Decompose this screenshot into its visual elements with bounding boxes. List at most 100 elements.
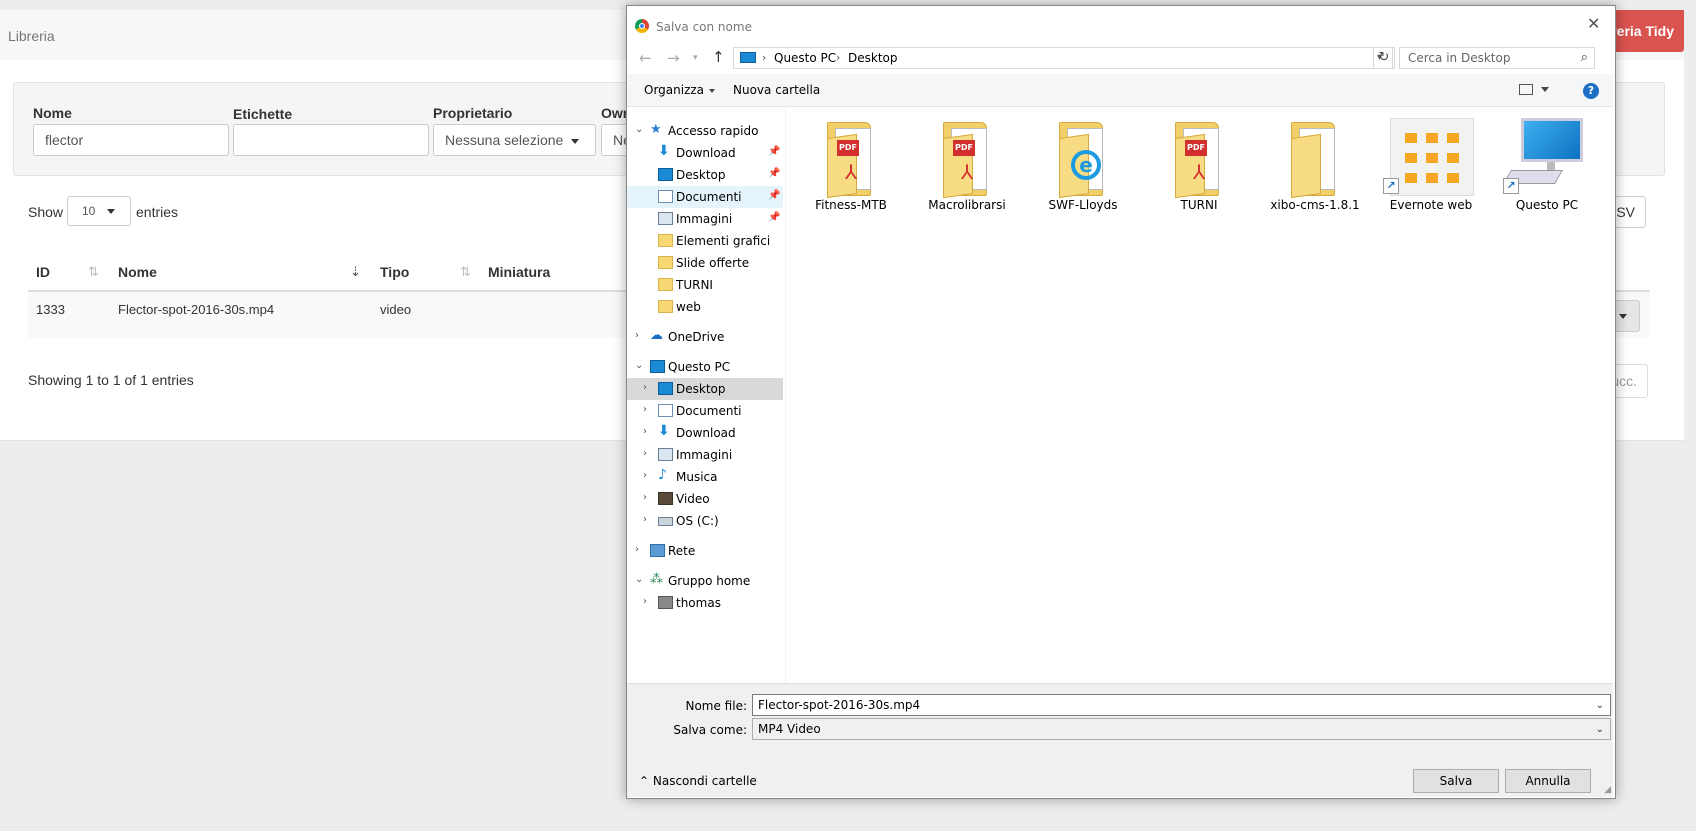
- tree-documents[interactable]: Documenti 📌: [627, 186, 783, 208]
- file-list: PDF ⅄ Fitness-MTB PDF ⅄ Macrolibrarsi e SW…: [789, 106, 1613, 683]
- tags-filter-input[interactable]: [233, 124, 429, 156]
- tree-label: Musica: [676, 470, 718, 484]
- forward-arrow-icon[interactable]: →: [667, 49, 680, 67]
- file-label: SWF-Lloyds: [1048, 198, 1118, 212]
- cancel-button[interactable]: Annulla: [1505, 769, 1591, 793]
- file-item-xibo-cms[interactable]: xibo-cms-1.8.1: [1263, 112, 1367, 216]
- tree-pc-video[interactable]: › Video: [627, 488, 783, 510]
- owner-filter-select[interactable]: Nessuna selezione: [433, 124, 596, 156]
- page-length-select[interactable]: 10: [67, 196, 131, 226]
- tree-label: Rete: [668, 544, 696, 558]
- file-item-this-pc[interactable]: ↗ Questo PC: [1495, 112, 1599, 216]
- tree-pc-music[interactable]: › ♪ Musica: [627, 466, 783, 488]
- owner-filter-label: Proprietario: [433, 105, 513, 121]
- col-type[interactable]: Tipo: [380, 264, 409, 280]
- col-name[interactable]: Nome: [118, 264, 157, 280]
- chevron-right-icon[interactable]: ›: [635, 330, 639, 341]
- tree-pictures[interactable]: Immagini 📌: [627, 208, 783, 230]
- save-button[interactable]: Salva: [1413, 769, 1499, 793]
- pin-icon[interactable]: 📌: [768, 190, 780, 201]
- file-label: Evernote web: [1389, 198, 1473, 212]
- music-icon: ♪: [658, 467, 667, 483]
- file-label: Questo PC: [1515, 198, 1579, 212]
- navigation-bar: ← → ▾ ↑ › Questo PC › Desktop ▾ ↻ Cerca …: [627, 42, 1613, 74]
- tree-label: OneDrive: [668, 330, 725, 344]
- pin-icon[interactable]: 📌: [768, 168, 780, 179]
- download-icon: ⬇: [658, 423, 670, 439]
- filename-input[interactable]: Flector-spot-2016-30s.mp4 ⌄: [752, 694, 1611, 716]
- up-arrow-icon[interactable]: ↑: [712, 48, 725, 66]
- tree-label: thomas: [676, 596, 721, 610]
- resize-grip-icon[interactable]: ◢: [1604, 785, 1611, 795]
- tree-pc-drive-c[interactable]: › OS (C:): [627, 510, 783, 532]
- chevron-down-icon[interactable]: [1541, 87, 1549, 92]
- chevron-right-icon[interactable]: ›: [643, 470, 647, 481]
- tree-homegroup[interactable]: ⌄ ⁂ Gruppo home: [627, 570, 783, 592]
- chrome-icon: [635, 19, 649, 33]
- back-arrow-icon[interactable]: ←: [639, 49, 652, 67]
- pin-icon[interactable]: 📌: [768, 212, 780, 223]
- tree-label: web: [676, 300, 701, 314]
- tree-pc-desktop[interactable]: › Desktop: [627, 378, 783, 400]
- save-type-select[interactable]: MP4 Video ⌄: [752, 718, 1611, 740]
- col-id[interactable]: ID: [36, 264, 50, 280]
- download-icon: ⬇: [658, 143, 670, 159]
- search-input[interactable]: Cerca in Desktop ⌕: [1399, 47, 1595, 69]
- tree-user-thomas[interactable]: › thomas: [627, 592, 783, 614]
- sort-icon: ⇅: [460, 264, 471, 279]
- tree-folder-slides[interactable]: Slide offerte: [627, 252, 783, 274]
- view-options-icon[interactable]: [1519, 84, 1533, 95]
- chevron-right-icon[interactable]: ›: [643, 404, 647, 415]
- pin-icon[interactable]: 📌: [768, 146, 780, 157]
- recent-locations-icon[interactable]: ▾: [693, 53, 698, 63]
- tree-folder-turni[interactable]: TURNI: [627, 274, 783, 296]
- chevron-down-icon[interactable]: ⌄: [635, 360, 643, 371]
- new-folder-button[interactable]: Nuova cartella: [733, 83, 820, 97]
- tree-desktop[interactable]: Desktop 📌: [627, 164, 783, 186]
- chevron-right-icon[interactable]: ›: [643, 514, 647, 525]
- tree-download[interactable]: ⬇ Download 📌: [627, 142, 783, 164]
- chevron-right-icon[interactable]: ›: [643, 426, 647, 437]
- tree-folder-graphics[interactable]: Elementi grafici: [627, 230, 783, 252]
- tree-network[interactable]: › Rete: [627, 540, 783, 562]
- hide-folders-toggle[interactable]: ⌃ Nascondi cartelle: [639, 774, 757, 788]
- tree-this-pc[interactable]: ⌄ Questo PC: [627, 356, 783, 378]
- breadcrumb-desktop[interactable]: Desktop: [848, 51, 898, 65]
- tree-quick-access[interactable]: ⌄ ★ Accesso rapido: [627, 120, 783, 142]
- breadcrumb-this-pc[interactable]: Questo PC: [774, 51, 836, 65]
- chevron-right-icon[interactable]: ›: [643, 596, 647, 607]
- name-filter-input[interactable]: flector: [33, 124, 229, 156]
- file-item-swf-lloyds[interactable]: e SWF-Lloyds: [1031, 112, 1135, 216]
- tree-label: Documenti: [676, 190, 742, 204]
- file-item-macrolibrarsi[interactable]: PDF ⅄ Macrolibrarsi: [915, 112, 1019, 216]
- chevron-down-icon[interactable]: ⌄: [1596, 700, 1604, 711]
- tree-onedrive[interactable]: › ☁ OneDrive: [627, 326, 783, 348]
- file-label: Macrolibrarsi: [928, 198, 1006, 212]
- ie-folder-icon: e: [1059, 122, 1109, 199]
- chevron-right-icon[interactable]: ›: [643, 448, 647, 459]
- file-item-evernote-web[interactable]: ↗ Evernote web: [1379, 112, 1483, 216]
- chevron-right-icon[interactable]: ›: [635, 544, 639, 555]
- filename-label: Nome file:: [685, 699, 747, 713]
- file-item-fitness-mtb[interactable]: PDF ⅄ Fitness-MTB: [799, 112, 903, 216]
- col-thumbnail[interactable]: Miniatura: [488, 264, 550, 280]
- chevron-down-icon[interactable]: ⌄: [635, 124, 643, 135]
- tree-pc-download[interactable]: › ⬇ Download: [627, 422, 783, 444]
- address-bar[interactable]: › Questo PC › Desktop ▾: [733, 47, 1393, 69]
- organize-menu[interactable]: Organizza: [644, 83, 716, 97]
- chevron-right-icon[interactable]: ›: [643, 382, 647, 393]
- tree-folder-web[interactable]: web: [627, 296, 783, 318]
- chevron-down-icon[interactable]: ⌄: [635, 574, 643, 585]
- shortcut-arrow-icon: ↗: [1503, 178, 1519, 194]
- refresh-icon[interactable]: ↻: [1373, 47, 1395, 69]
- drive-icon: [658, 517, 673, 526]
- chevron-right-icon[interactable]: ›: [643, 492, 647, 503]
- pictures-icon: [658, 448, 673, 461]
- file-item-turni[interactable]: PDF ⅄ TURNI: [1147, 112, 1251, 216]
- chevron-down-icon: [709, 88, 716, 93]
- tree-pc-documents[interactable]: › Documenti: [627, 400, 783, 422]
- help-icon[interactable]: ?: [1583, 83, 1599, 99]
- save-as-dialog: Salva con nome ✕ ← → ▾ ↑ › Questo PC › D…: [626, 5, 1616, 799]
- tree-pc-pictures[interactable]: › Immagini: [627, 444, 783, 466]
- close-icon[interactable]: ✕: [1587, 14, 1600, 33]
